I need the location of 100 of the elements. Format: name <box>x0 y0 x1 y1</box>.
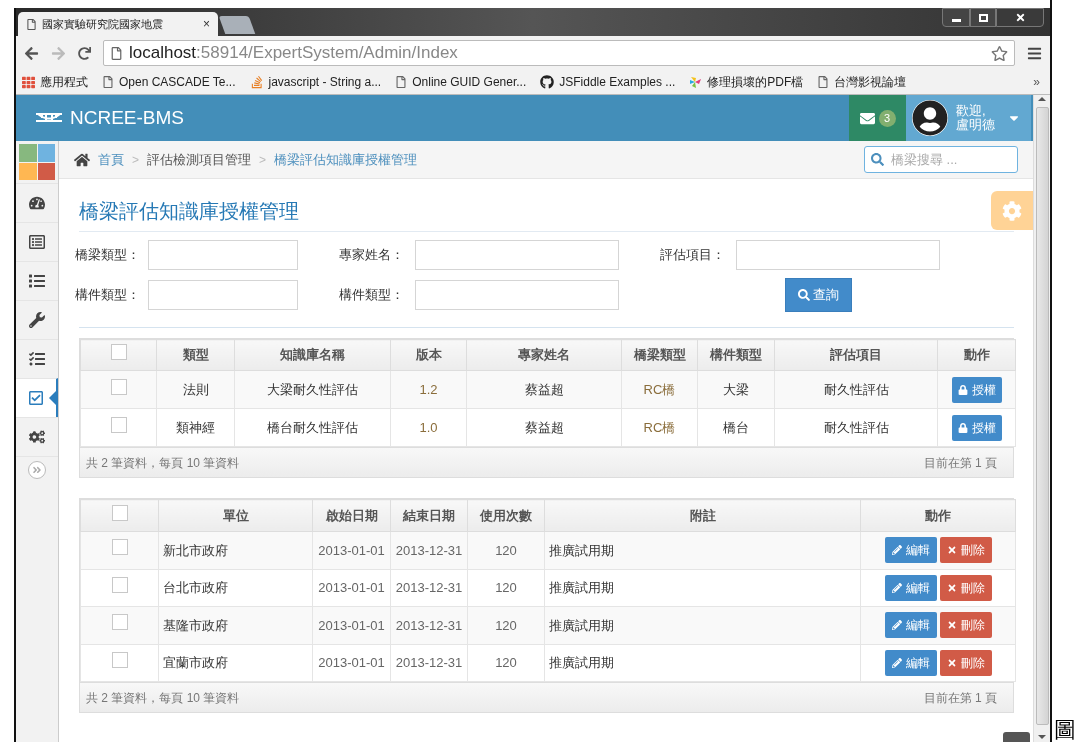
table-cell: 耐久性評估 <box>774 370 938 409</box>
filter-label: 構件類型： <box>339 286 405 305</box>
page-icon <box>102 76 114 88</box>
menu-icon[interactable] <box>1027 45 1042 61</box>
back-icon[interactable] <box>24 45 39 61</box>
bookmark-item[interactable]: Online GUID Gener... <box>395 73 527 91</box>
filter-field[interactable] <box>148 280 298 310</box>
delete-button[interactable]: 刪除 <box>939 537 992 564</box>
settings-button[interactable] <box>991 191 1033 230</box>
table-cell: 120 <box>467 644 545 682</box>
new-tab-button[interactable] <box>218 16 256 34</box>
record-summary: 共 2 筆資料，每頁 10 筆資料 <box>86 454 240 472</box>
dashboard-icon <box>29 195 45 211</box>
column-header: 構件類型 <box>697 339 775 371</box>
close-icon <box>1014 12 1026 23</box>
edit-button[interactable]: 編輯 <box>884 537 937 564</box>
bookmark-item[interactable]: JSFiddle Examples ... <box>540 73 676 91</box>
messages-button[interactable]: 3 <box>849 95 906 141</box>
list-icon <box>29 273 45 289</box>
query-button[interactable]: 查詢 <box>785 278 852 312</box>
search-field[interactable]: 橋梁搜尋 ... <box>864 146 1018 173</box>
caption-fragment: 圖 <box>1054 718 1075 742</box>
scroll-top-tab[interactable] <box>1003 732 1030 742</box>
filter-field[interactable] <box>415 280 619 310</box>
table-cell: RC橋 <box>621 370 698 409</box>
bookmark-item[interactable]: javascript - String a... <box>249 73 382 91</box>
table-cell: 1.0 <box>390 408 467 447</box>
tab-title: 國家實驗研究院國家地震 <box>42 16 163 32</box>
table-cell: 耐久性評估 <box>774 408 938 447</box>
avatar-icon <box>912 100 948 136</box>
filter-label: 評估項目： <box>660 246 726 265</box>
breadcrumb-separator: > <box>259 151 267 169</box>
edit-button[interactable]: 編輯 <box>884 612 937 639</box>
row-checkbox[interactable] <box>111 539 128 556</box>
authorize-button[interactable]: 授權 <box>951 376 1002 403</box>
shortcuts-icon[interactable] <box>19 144 55 180</box>
row-checkbox[interactable] <box>110 378 127 395</box>
forward-icon[interactable] <box>51 45 66 61</box>
filter-field[interactable] <box>148 240 298 270</box>
table-cell: 推廣試用期 <box>544 569 861 607</box>
pencil-icon <box>891 582 902 593</box>
checkbox-icon <box>28 390 44 406</box>
row-checkbox[interactable] <box>110 416 127 433</box>
bookmark-item[interactable]: Open CASCADE Te... <box>102 73 236 91</box>
browser-tab[interactable]: 國家實驗研究院國家地震 × <box>18 12 218 36</box>
more-bookmarks[interactable]: » <box>1033 73 1040 91</box>
page-icon <box>26 18 37 30</box>
table-cell: 橋台耐久性評估 <box>234 408 391 447</box>
column-header: 動作 <box>860 499 1016 532</box>
table-cell: 2013-01-01 <box>312 606 391 644</box>
table-cell: 2013-01-01 <box>312 644 391 682</box>
column-header: 知識庫名稱 <box>234 339 391 371</box>
column-header: 附註 <box>544 499 861 532</box>
delete-button[interactable]: 刪除 <box>939 612 992 639</box>
reload-icon[interactable] <box>78 46 91 60</box>
edit-button[interactable]: 編輯 <box>884 574 937 601</box>
pinwheel-icon <box>689 75 703 89</box>
minimize-button[interactable] <box>942 8 970 27</box>
maximize-button[interactable] <box>970 8 996 27</box>
pencil-icon <box>891 620 902 631</box>
address-field[interactable]: localhost:58914/ExpertSystem/Admin/Index <box>103 40 1015 66</box>
pencil-icon <box>891 657 902 668</box>
filter-field[interactable] <box>736 240 940 270</box>
edit-button[interactable]: 編輯 <box>884 649 937 676</box>
search-icon <box>871 153 884 166</box>
breadcrumb-link[interactable]: 首頁 <box>98 149 124 170</box>
scrollbar[interactable] <box>1033 95 1050 742</box>
page-icon <box>110 46 123 60</box>
user-menu[interactable]: 歡迎, 盧明德 <box>906 95 1031 141</box>
bookmark-item[interactable]: 應用程式 <box>22 73 88 91</box>
row-checkbox[interactable] <box>111 614 128 631</box>
row-checkbox[interactable] <box>111 576 128 593</box>
table-cell: 2013-01-01 <box>312 569 391 607</box>
breadcrumb-link[interactable]: 橋梁評估知識庫授權管理 <box>274 149 418 170</box>
bookmark-star-icon[interactable] <box>991 44 1008 62</box>
table-cell: 新北市政府 <box>158 531 313 569</box>
close-button[interactable] <box>996 8 1044 27</box>
row-checkbox[interactable] <box>111 651 128 668</box>
row-checkbox[interactable] <box>110 344 127 361</box>
tab-close[interactable]: × <box>203 15 210 33</box>
page-indicator: 目前在第 1 頁 <box>923 689 997 707</box>
brand-name[interactable]: NCREE-BMS <box>70 103 184 133</box>
table-cell: 2013-01-01 <box>312 531 391 569</box>
column-header: 使用次數 <box>467 499 545 532</box>
table-cell: 宜蘭市政府 <box>158 644 313 682</box>
bookmark-item[interactable]: 修理損壞的PDF檔 <box>689 73 804 91</box>
delete-button[interactable]: 刪除 <box>939 649 992 676</box>
authorize-button[interactable]: 授權 <box>951 414 1002 441</box>
table-cell: 法則 <box>156 370 235 409</box>
home-icon[interactable] <box>74 151 90 168</box>
delete-button[interactable]: 刪除 <box>939 574 992 601</box>
row-checkbox[interactable] <box>111 504 128 521</box>
table-cell: RC橋 <box>621 408 698 447</box>
bookmark-item[interactable]: 台灣影視論壇 <box>817 73 907 91</box>
table-cell: 120 <box>467 531 545 569</box>
table-cell: 類神經 <box>156 408 235 447</box>
table-cell: 大梁耐久性評估 <box>234 370 391 409</box>
filter-field[interactable] <box>415 240 619 270</box>
sidebar-item[interactable] <box>16 378 58 417</box>
collapse-button[interactable] <box>28 461 46 479</box>
